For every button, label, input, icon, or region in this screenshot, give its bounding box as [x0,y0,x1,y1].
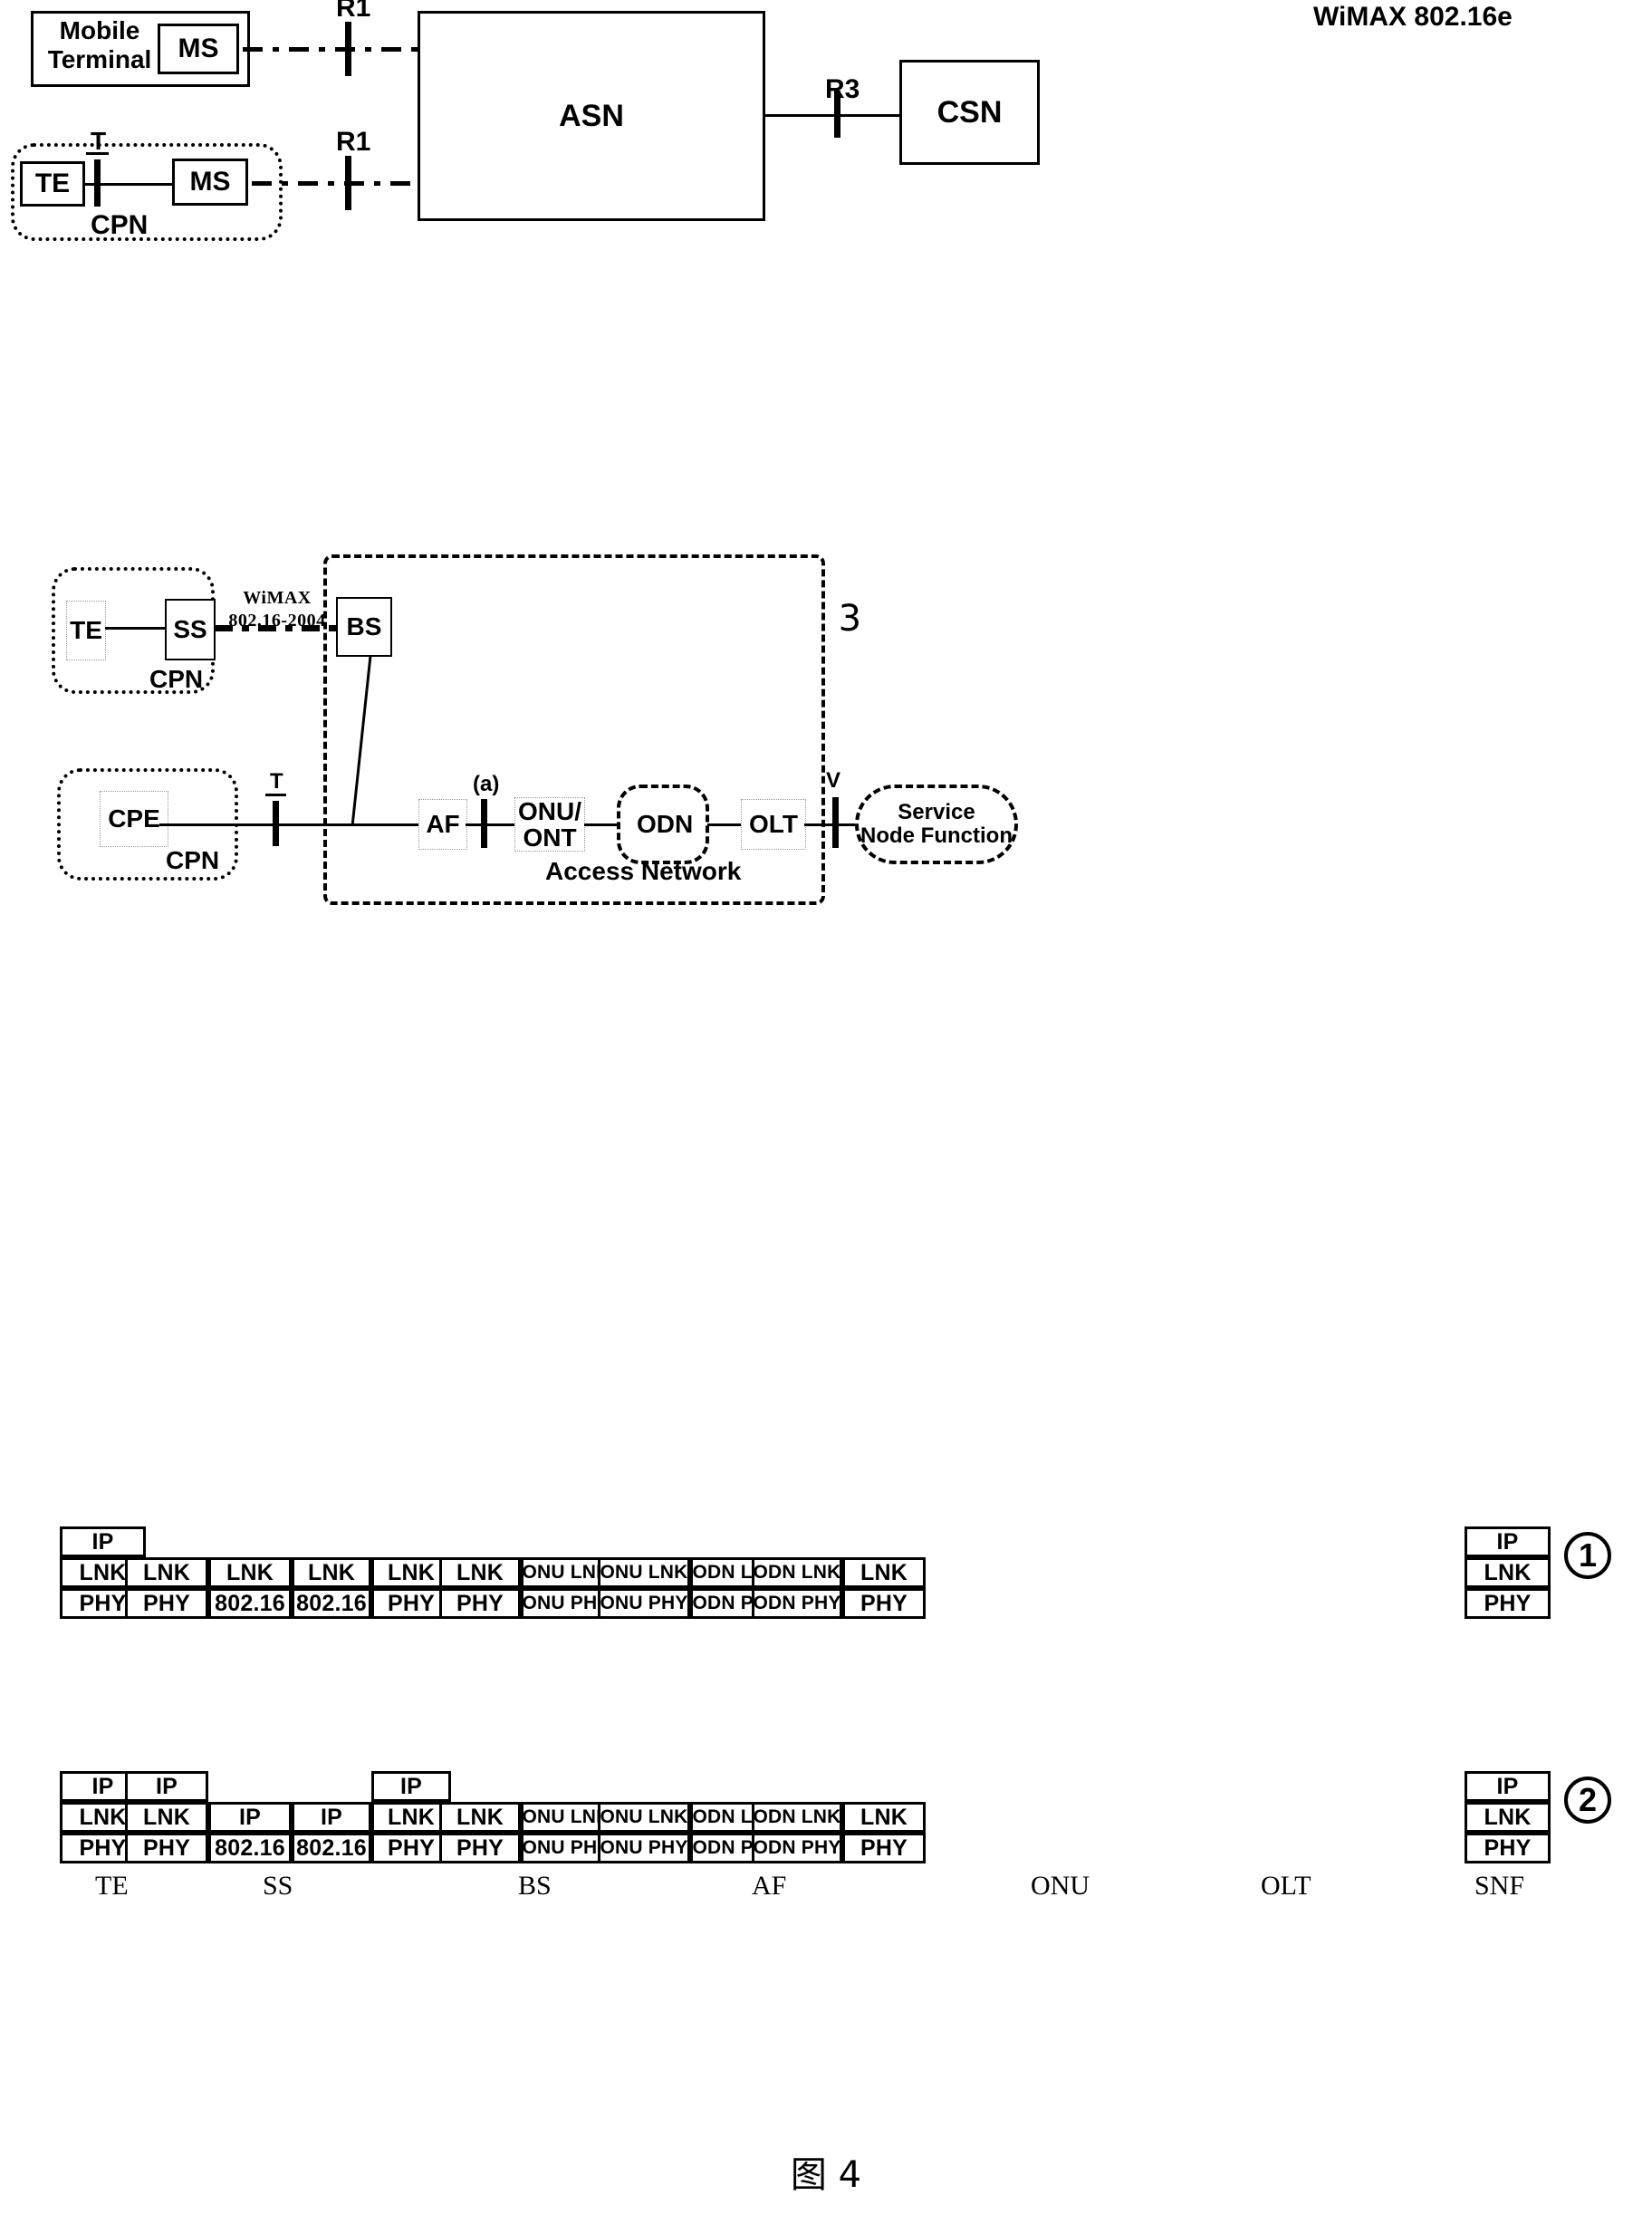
node-label-snf: SNF [1474,1871,1525,1901]
cpn-label-bottom-fig4: CPN [166,846,220,874]
wimax-link-label: WiMAX 802.16-2004 [225,587,330,632]
protocol-layer-cell: LNK [842,1557,926,1588]
af-box-fig4: AF [418,799,467,850]
protocol-layer-cell: PHY [1465,1833,1551,1863]
stack-base-rail-row1 [60,1619,1551,1622]
service-node-line1: Service [898,799,975,824]
protocol-layer-cell: PHY [842,1588,926,1619]
protocol-layer-cell: LNK [1465,1557,1551,1588]
protocol-layer-cell: IP [371,1771,451,1802]
protocol-layer-cell: 802.16 [208,1833,292,1863]
protocol-layer-cell: IP [292,1802,371,1833]
node-label-ss: SS [263,1871,293,1901]
olt-box: OLT [741,799,806,850]
protocol-layer-cell: 802.16 [208,1588,292,1619]
protocol-layer-cell: LNK [125,1557,208,1588]
protocol-layer-cell: LNK [208,1557,292,1588]
figure-4: Access Network TE SS CPN WiMAX 802.16-200… [0,0,1652,2234]
protocol-layer-cell: IP [1465,1771,1551,1802]
protocol-layer-cell: ONU PHY [598,1588,690,1619]
protocol-layer-cell: ODN PHY [752,1833,842,1863]
figure-4-caption: 图 4 [790,2154,862,2196]
onu-ont-line1: ONU/ [518,796,581,825]
a-reference-label: (a) [473,772,500,796]
te-box-fig4: TE [66,601,106,660]
service-node-function-box: Service Node Function [855,785,1018,864]
protocol-layer-cell: PHY [439,1833,521,1863]
protocol-layer-cell: PHY [125,1833,208,1863]
ss-box-fig4: SS [165,599,216,660]
stack-row-marker-1: 1 [1564,1532,1611,1579]
cpn-label-top-fig4: CPN [149,665,204,693]
protocol-layer-cell: PHY [1465,1588,1551,1619]
protocol-layer-cell: IP [1465,1526,1551,1557]
odn-to-olt-line [707,823,743,826]
protocol-node-labels: TE SS BS AF ONU OLT SNF [0,1871,1652,1916]
cpe-to-af-line [159,823,419,826]
bs-box-fig4: BS [336,597,392,657]
protocol-layer-cell: ONU PHY [598,1833,690,1863]
protocol-layer-cell: LNK [292,1557,371,1588]
service-node-line2: Node Function [860,823,1013,848]
protocol-layer-cell: LNK [842,1802,926,1833]
onu-ont-box: ONU/ ONT [514,797,585,852]
wimax-link-label-line1: WiMAX [243,588,312,608]
te-to-ss-line [105,627,167,630]
node-label-af: AF [752,1871,787,1901]
node-label-te: TE [95,1871,129,1901]
wimax-link-label-line2: 802.16-2004 [228,611,326,631]
protocol-layer-cell: PHY [842,1833,926,1863]
odn-label: ODN [637,810,694,838]
t-reference-tick-fig4 [273,801,279,846]
protocol-layer-cell: ODN LNK [752,1802,842,1833]
v-reference-tick [832,797,839,848]
node-label-onu: ONU [1031,1871,1090,1901]
onu-ont-line2: ONT [523,823,577,852]
protocol-layer-cell: ODN PHY [752,1588,842,1619]
node-label-olt: OLT [1261,1871,1311,1901]
protocol-layer-cell: 802.16 [292,1588,371,1619]
protocol-layer-cell: IP [125,1771,208,1802]
protocol-layer-cell: LNK [1465,1802,1551,1833]
protocol-layer-cell: ONU LNK [598,1802,690,1833]
bs-to-access-line [351,656,372,827]
protocol-layer-cell: LNK [439,1557,521,1588]
v-reference-label: V [826,768,841,793]
protocol-layer-cell: IP [208,1802,292,1833]
protocol-layer-cell: PHY [439,1588,521,1619]
patent-figure-sheet: WiMAX 802.16e Mobile Terminal MS R1 TE T … [0,0,1652,2234]
node-label-bs: BS [518,1871,552,1901]
protocol-layer-cell: PHY [125,1588,208,1619]
a-reference-tick [481,799,487,848]
cpe-box-fig4: CPE [100,791,168,847]
stack-base-rail-row2 [60,1863,1551,1866]
protocol-layer-cell: LNK [125,1802,208,1833]
protocol-layer-cell: ONU LNK [598,1557,690,1588]
protocol-layer-cell: LNK [439,1802,521,1833]
protocol-layer-cell: ODN LNK [752,1557,842,1588]
protocol-stack-rows: IP LNK PHY LNK PHY LNK 802.16 LNK 802.16 LNK PHY LN… [0,0,1652,1866]
t-reference-label-fig4: T [270,769,283,794]
protocol-layer-cell: 802.16 [292,1833,371,1863]
protocol-layer-cell: IP [60,1526,146,1557]
stack-row-marker-2: 2 [1564,1777,1611,1824]
